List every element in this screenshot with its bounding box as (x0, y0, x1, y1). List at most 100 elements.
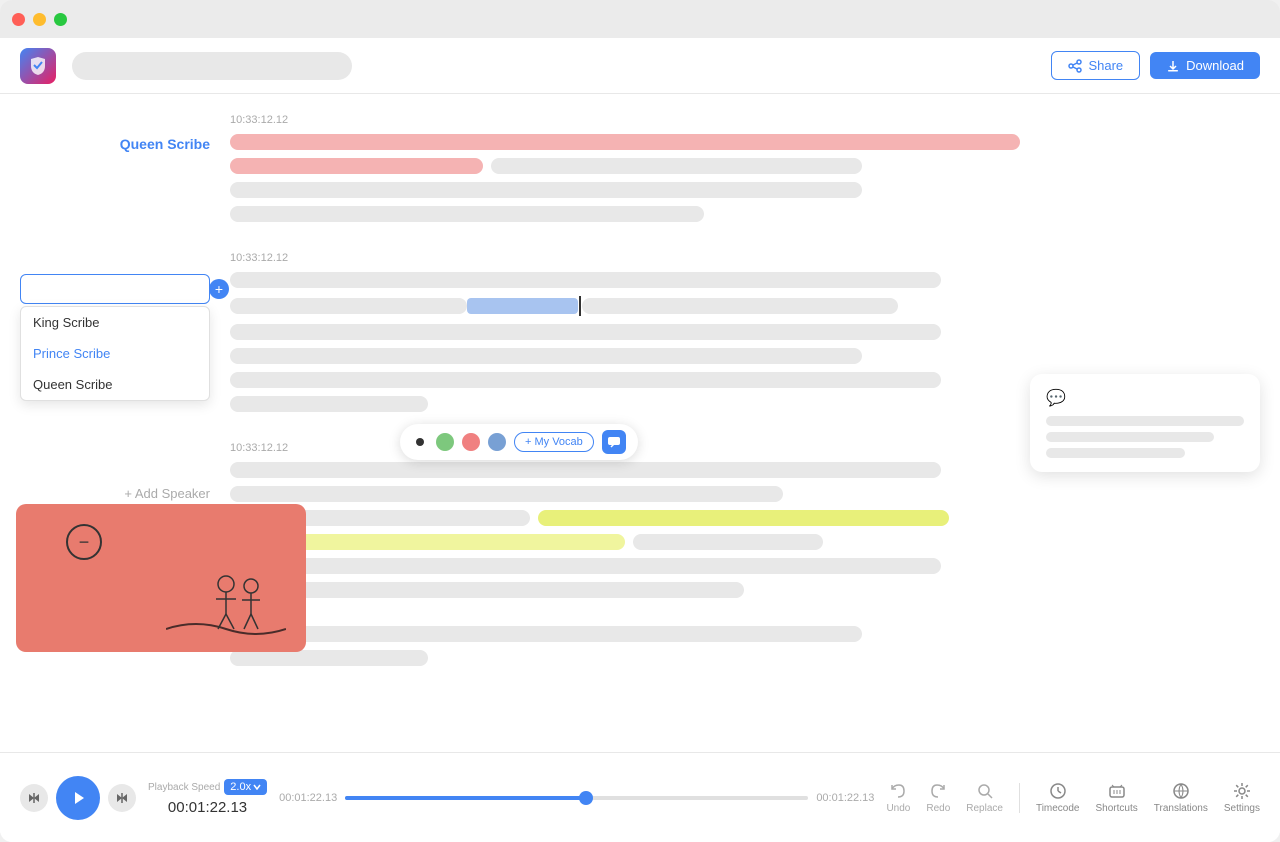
transcript-content-2: 10:33:12.12 (230, 252, 1020, 412)
speaker-search-input[interactable] (29, 282, 205, 297)
speaker-name-1[interactable]: Queen Scribe (120, 136, 210, 152)
transcript-line (230, 298, 467, 314)
speaker-input-row: + (20, 274, 210, 304)
download-icon (1166, 59, 1180, 73)
add-speaker-btn[interactable]: + (209, 279, 229, 299)
transcript-line (230, 272, 941, 288)
my-vocab-button[interactable]: + My Vocab (514, 432, 594, 452)
timestamp-2: 10:33:12.12 (230, 252, 1020, 264)
timecode-section[interactable]: Timecode (1036, 781, 1080, 814)
transcript-line (230, 558, 941, 574)
top-bar-actions: Share Download (1051, 51, 1260, 80)
color-blue-btn[interactable] (488, 433, 506, 451)
replace-label: Replace (966, 803, 1003, 814)
annotation-toolbar: + My Vocab (400, 424, 638, 460)
comment-bubble-lines (1046, 416, 1244, 458)
transcript-line (633, 534, 823, 550)
content-area: Queen Scribe 10:33:12.12 (0, 94, 1280, 752)
time-right: 00:01:22.13 (816, 792, 874, 804)
video-sketch (166, 564, 286, 644)
comment-button[interactable] (602, 430, 626, 454)
transcript-block-1: Queen Scribe 10:33:12.12 (30, 114, 1020, 222)
comment-icon (607, 436, 621, 448)
progress-fill (345, 796, 586, 800)
rewind-button[interactable] (20, 784, 48, 812)
minimize-button[interactable] (33, 13, 46, 26)
playback-speed-label: Playback Speed (148, 782, 220, 793)
app-logo (20, 48, 56, 84)
settings-section[interactable]: Settings (1224, 781, 1260, 814)
speaker-col-1: Queen Scribe (30, 114, 210, 222)
color-green-btn[interactable] (436, 433, 454, 451)
close-button[interactable] (12, 13, 25, 26)
fast-forward-button[interactable] (108, 784, 136, 812)
app-body: Share Download Queen Scribe (0, 38, 1280, 842)
text-cursor (579, 296, 581, 316)
speed-timecode: Playback Speed 2.0x 00:01:22.13 (148, 779, 267, 816)
transcript-line (230, 650, 428, 666)
maximize-button[interactable] (54, 13, 67, 26)
comment-bubble: 💬 (1030, 374, 1260, 472)
progress-section: 00:01:22.13 00:01:22.13 (279, 792, 874, 804)
color-red-btn[interactable] (462, 433, 480, 451)
dropdown-item-king-scribe[interactable]: King Scribe (21, 307, 209, 338)
search-replace-icon (975, 781, 995, 801)
cursor-dot (416, 438, 424, 446)
progress-bar[interactable] (345, 796, 808, 800)
app-window: Share Download Queen Scribe (0, 0, 1280, 842)
transcript-line (230, 206, 704, 222)
video-panel[interactable]: − (16, 504, 306, 652)
document-title-bar (72, 52, 352, 80)
speed-badge[interactable]: 2.0x (224, 779, 267, 795)
translations-label: Translations (1154, 803, 1208, 814)
transcript-line (230, 582, 744, 598)
transcript-line (230, 372, 941, 388)
video-inner: − (16, 504, 306, 652)
line-group-1 (230, 134, 1020, 222)
timecode-label: Timecode (1036, 803, 1080, 814)
bottom-bar: Playback Speed 2.0x 00:01:22.13 00:01:22… (0, 752, 1280, 842)
transcript-line (230, 626, 862, 642)
transcript-line (230, 134, 1020, 150)
transcript-line-yellow (538, 510, 949, 526)
line-group-2 (230, 272, 1020, 412)
timestamp-1: 10:33:12.12 (230, 114, 1020, 126)
dropdown-item-prince-scribe[interactable]: Prince Scribe (21, 338, 209, 369)
shortcuts-label: Shortcuts (1096, 803, 1138, 814)
play-button[interactable] (56, 776, 100, 820)
translations-section[interactable]: Translations (1154, 781, 1208, 814)
chevron-down-icon (253, 784, 261, 790)
selected-text (467, 298, 578, 314)
progress-handle[interactable] (579, 791, 593, 805)
comment-bubble-icon: 💬 (1046, 388, 1244, 408)
timecode-display: 00:01:22.13 (168, 799, 247, 816)
comment-line (1046, 432, 1214, 442)
download-button[interactable]: Download (1150, 52, 1260, 79)
transcript-line (230, 396, 428, 412)
undo-section[interactable]: Undo (886, 781, 910, 814)
transcript-line (230, 158, 483, 174)
shortcuts-icon (1107, 781, 1127, 801)
redo-section[interactable]: Redo (926, 781, 950, 814)
right-controls: Undo Redo Replace Timecode (886, 781, 1260, 814)
undo-icon (888, 781, 908, 801)
settings-icon (1232, 781, 1252, 801)
speaker-dropdown[interactable]: + King Scribe Prince Scribe Queen Scribe (20, 274, 210, 304)
timecode-icon (1048, 781, 1068, 801)
dropdown-item-queen-scribe[interactable]: Queen Scribe (21, 369, 209, 400)
transcript-line (230, 348, 862, 364)
transcript-line (230, 486, 783, 502)
shortcuts-section[interactable]: Shortcuts (1096, 781, 1138, 814)
transcript-content-1: 10:33:12.12 (230, 114, 1020, 222)
redo-label: Redo (926, 803, 950, 814)
transcript-line (491, 158, 862, 174)
comment-line (1046, 448, 1185, 458)
transcript-content-3: 10:33:12.12 (230, 442, 1020, 666)
replace-section[interactable]: Replace (966, 781, 1003, 814)
time-left: 00:01:22.13 (279, 792, 337, 804)
speaker-dropdown-list: King Scribe Prince Scribe Queen Scribe (20, 306, 210, 401)
add-speaker-label[interactable]: + Add Speaker (124, 464, 210, 501)
transcript-line (230, 324, 941, 340)
comment-line (1046, 416, 1244, 426)
share-button[interactable]: Share (1051, 51, 1140, 80)
